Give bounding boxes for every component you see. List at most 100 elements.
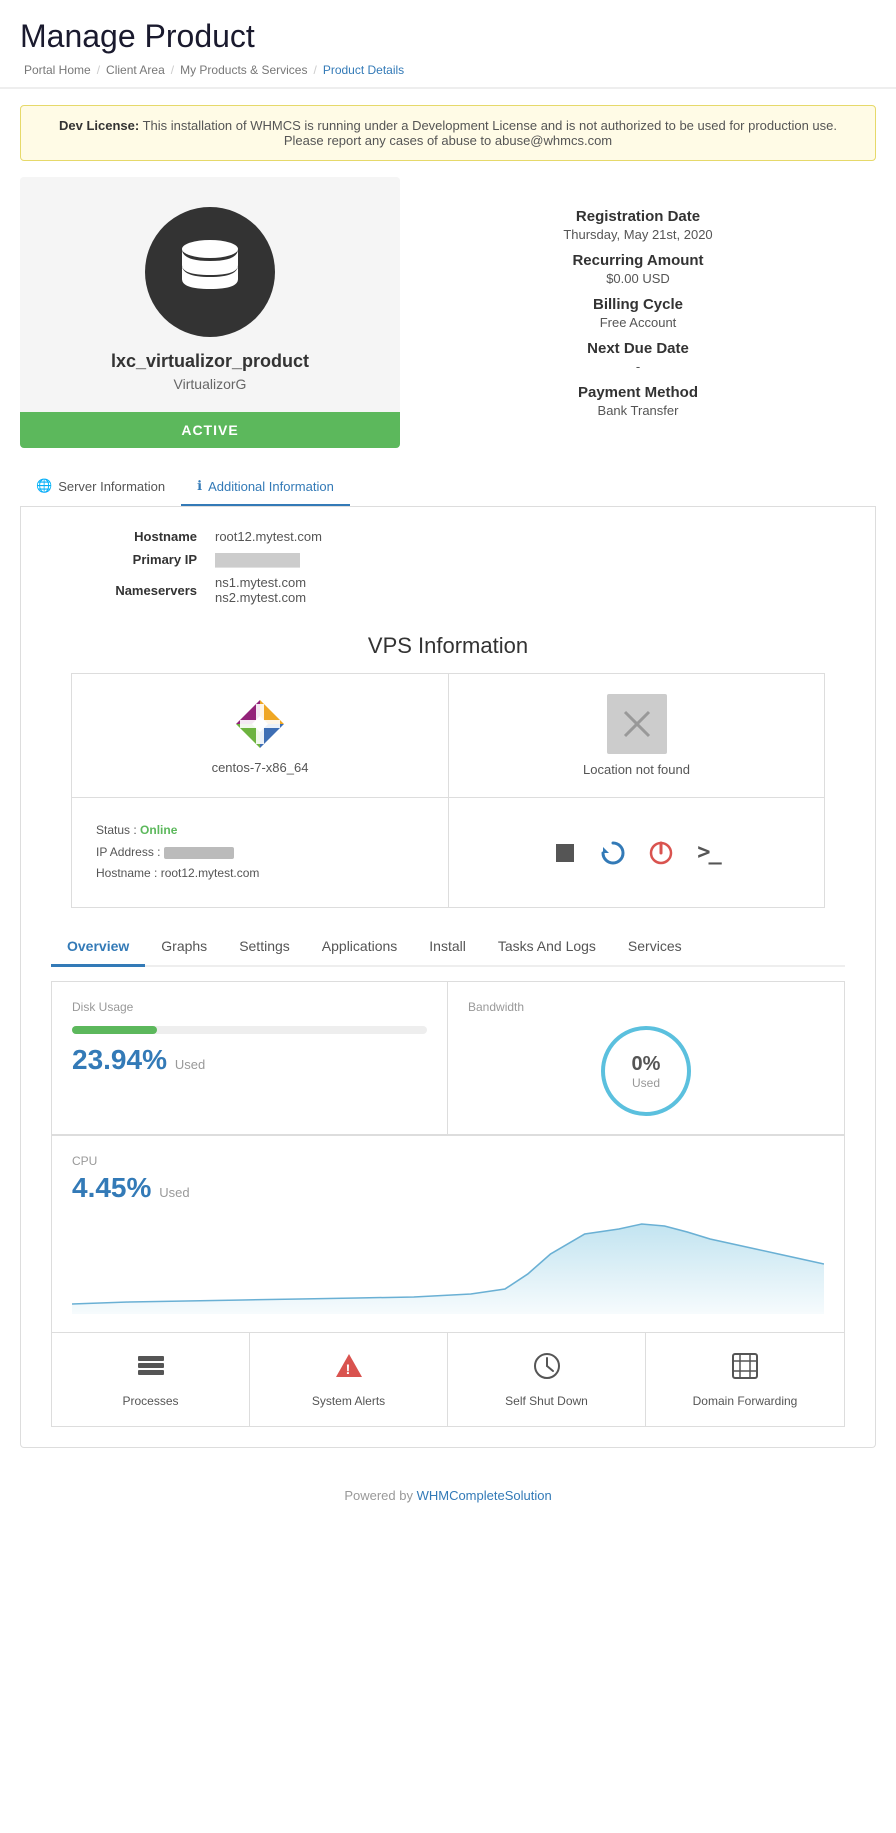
restart-button[interactable] — [595, 835, 631, 871]
vps-status-cell: Status : Online IP Address : Hostname : … — [72, 797, 448, 907]
cpu-card: CPU 4.45% Used — [51, 1135, 845, 1333]
disk-percent: 23.94% — [72, 1044, 167, 1075]
disk-label: Disk Usage — [72, 1000, 427, 1014]
tab-additional-info-label: Additional Information — [208, 479, 334, 494]
product-icon-area: lxc_virtualizor_product VirtualizorG — [20, 177, 400, 412]
bandwidth-circle: 0% Used — [601, 1026, 691, 1116]
vps-section-title: VPS Information — [51, 633, 845, 659]
next-due-date-label: Next Due Date — [430, 340, 846, 357]
bandwidth-used: Used — [632, 1076, 660, 1090]
page-title: Manage Product — [20, 18, 876, 55]
clock-icon — [532, 1351, 562, 1388]
next-due-date-value: - — [430, 359, 846, 374]
ns2-value: ns2.mytest.com — [215, 590, 843, 605]
product-card: lxc_virtualizor_product VirtualizorG ACT… — [20, 177, 400, 448]
system-alerts-label: System Alerts — [312, 1394, 385, 1408]
product-section: lxc_virtualizor_product VirtualizorG ACT… — [20, 177, 876, 448]
vps-location-label: Location not found — [583, 762, 690, 777]
svg-text:!: ! — [345, 1361, 350, 1377]
primary-ip-value: ██████████ — [215, 552, 843, 573]
alert-icon: ! — [334, 1351, 364, 1388]
system-alerts-button[interactable]: ! System Alerts — [250, 1333, 448, 1426]
hostname-row: Hostname root12.mytest.com — [53, 529, 843, 550]
registration-date-block: Registration Date Thursday, May 21st, 20… — [430, 208, 846, 242]
disk-bar-track — [72, 1026, 427, 1034]
tab-graphs[interactable]: Graphs — [145, 928, 223, 967]
database-icon — [180, 239, 240, 306]
footer: Powered by WHMCompleteSolution — [0, 1468, 896, 1523]
product-sub: VirtualizorG — [174, 376, 247, 392]
payment-method-label: Payment Method — [430, 384, 846, 401]
domain-forwarding-label: Domain Forwarding — [693, 1394, 798, 1408]
server-info-table: Hostname root12.mytest.com Primary IP ██… — [51, 527, 845, 613]
breadcrumb-portal-home[interactable]: Portal Home — [24, 63, 91, 77]
tab-settings[interactable]: Settings — [223, 928, 306, 967]
breadcrumb-current: Product Details — [323, 63, 404, 77]
tab-install[interactable]: Install — [413, 928, 482, 967]
disk-used-label: Used — [175, 1057, 205, 1072]
vps-os-cell: centos-7-x86_64 — [72, 674, 448, 797]
ip-label: IP Address : — [96, 845, 160, 859]
breadcrumb-sep-1: / — [97, 63, 100, 77]
product-info: Registration Date Thursday, May 21st, 20… — [400, 177, 876, 448]
nameservers-row: Nameservers ns1.mytest.com ns2.mytest.co… — [53, 575, 843, 611]
breadcrumb-client-area[interactable]: Client Area — [106, 63, 165, 77]
action-buttons: >_ — [547, 835, 727, 871]
dev-banner: Dev License: This installation of WHMCS … — [20, 105, 876, 161]
stop-button[interactable] — [547, 835, 583, 871]
tab-tasks-logs[interactable]: Tasks And Logs — [482, 928, 612, 967]
cpu-chart — [72, 1214, 824, 1314]
dev-banner-text: This installation of WHMCS is running un… — [139, 118, 837, 148]
recurring-amount-value: $0.00 USD — [430, 271, 846, 286]
bandwidth-percent: 0% — [632, 1053, 661, 1076]
breadcrumb-products[interactable]: My Products & Services — [180, 63, 307, 77]
registration-date-value: Thursday, May 21st, 2020 — [430, 227, 846, 242]
power-button[interactable] — [643, 835, 679, 871]
bottom-actions: Processes ! System Alerts Self Shut Down — [51, 1333, 845, 1427]
billing-cycle-label: Billing Cycle — [430, 296, 846, 313]
cpu-label: CPU — [72, 1154, 824, 1168]
tab-server-information[interactable]: 🌐 Server Information — [20, 468, 181, 506]
next-due-date-block: Next Due Date - — [430, 340, 846, 374]
nameservers-label: Nameservers — [53, 575, 213, 611]
tab-server-info-label: Server Information — [58, 479, 165, 494]
tab-overview[interactable]: Overview — [51, 928, 145, 967]
product-icon-circle — [145, 207, 275, 337]
breadcrumb: Portal Home / Client Area / My Products … — [20, 63, 876, 77]
vps-grid: centos-7-x86_64 Location not found Stat — [71, 673, 825, 908]
self-shutdown-label: Self Shut Down — [505, 1394, 588, 1408]
domain-forwarding-button[interactable]: Domain Forwarding — [646, 1333, 844, 1426]
tab-services[interactable]: Services — [612, 928, 698, 967]
footer-link[interactable]: WHMCompleteSolution — [417, 1488, 552, 1503]
tab-applications[interactable]: Applications — [306, 928, 414, 967]
breadcrumb-sep-3: / — [313, 63, 316, 77]
dev-banner-prefix: Dev License: — [59, 118, 139, 133]
ip-value — [164, 847, 234, 859]
page-header: Manage Product Portal Home / Client Area… — [0, 0, 896, 89]
self-shutdown-button[interactable]: Self Shut Down — [448, 1333, 646, 1426]
vps-status-info: Status : Online IP Address : Hostname : … — [96, 820, 259, 885]
cpu-percent: 4.45% — [72, 1172, 151, 1203]
console-button[interactable]: >_ — [691, 835, 727, 871]
bandwidth-label: Bandwidth — [468, 1000, 824, 1014]
payment-method-block: Payment Method Bank Transfer — [430, 384, 846, 418]
processes-button[interactable]: Processes — [52, 1333, 250, 1426]
breadcrumb-sep-2: / — [171, 63, 174, 77]
recurring-amount-block: Recurring Amount $0.00 USD — [430, 252, 846, 286]
billing-cycle-value: Free Account — [430, 315, 846, 330]
server-tabs: 🌐 Server Information ℹ Additional Inform… — [20, 468, 876, 507]
hostname-label: Hostname — [53, 529, 213, 550]
centos-logo-icon — [232, 696, 288, 752]
tab-additional-information[interactable]: ℹ Additional Information — [181, 468, 350, 506]
disk-bar-fill — [72, 1026, 157, 1034]
status-value: Online — [140, 823, 177, 837]
vps-cards: centos-7-x86_64 Location not found Stat — [71, 673, 825, 908]
primary-ip-row: Primary IP ██████████ — [53, 552, 843, 573]
globe2-icon — [730, 1351, 760, 1388]
bandwidth-card: Bandwidth 0% Used — [448, 981, 845, 1135]
cpu-used-label: Used — [159, 1185, 189, 1200]
ns1-value: ns1.mytest.com — [215, 575, 843, 590]
overview-tabs: Overview Graphs Settings Applications In… — [51, 928, 845, 967]
recurring-amount-label: Recurring Amount — [430, 252, 846, 269]
processes-label: Processes — [122, 1394, 178, 1408]
